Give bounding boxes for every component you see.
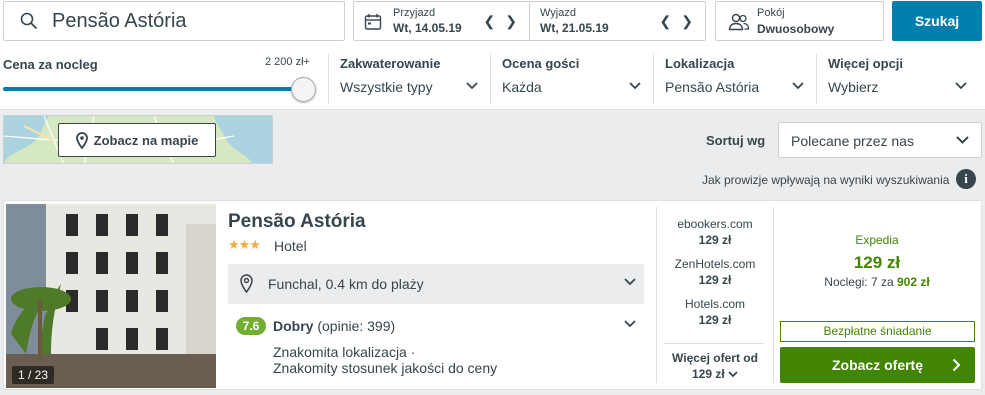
- top-search-bar: Pensão Astória Przyjazd Wt, 14.05.19 ❮ ❯…: [0, 0, 985, 48]
- photo-counter: 1 / 23: [12, 366, 55, 384]
- location-details-toggle[interactable]: Funchal, 0.4 km do plaży: [228, 264, 644, 304]
- more-options-filter-value: Wybierz: [828, 79, 879, 95]
- destination-value: Pensão Astória: [52, 9, 187, 32]
- hotel-type: Hotel: [274, 238, 307, 254]
- rating-reviews: (opinie: 399): [317, 318, 396, 334]
- divider: [656, 207, 657, 383]
- checkout-field[interactable]: Wyjazd Wt, 21.05.19 ❮ ❯: [529, 2, 705, 40]
- highlight-item: Znakomita lokalizacja ·: [273, 344, 416, 360]
- free-breakfast-badge: Bezpłatne śniadanie: [780, 321, 975, 342]
- info-icon[interactable]: i: [956, 169, 976, 189]
- price-slider-handle[interactable]: [291, 77, 316, 102]
- partner-price: 129 zł: [698, 313, 732, 327]
- partner-price: 129 zł: [698, 273, 732, 287]
- hotel-result-card: 1 / 23 Pensão Astória ★★★ Hotel Funchal,…: [3, 200, 982, 390]
- partner-site: ebookers.com: [677, 217, 753, 231]
- chevron-down-icon: [629, 82, 641, 90]
- chevron-down-icon: [956, 136, 969, 144]
- price-filter-max: 2 200 zł+: [265, 56, 310, 68]
- guest-rating-filter-label: Ocena gości: [502, 56, 580, 71]
- chevron-down-icon: [792, 82, 804, 90]
- checkin-label: Przyjazd: [393, 7, 436, 19]
- map-pin-icon: [240, 274, 253, 293]
- commission-info-link[interactable]: Jak prowizje wpływają na wyniki wyszukiw…: [702, 173, 949, 187]
- location-filter-value: Pensão Astória: [665, 79, 760, 95]
- location-filter[interactable]: Lokalizacja Pensão Astória: [653, 48, 816, 110]
- sort-select[interactable]: Polecane przez nas: [778, 122, 982, 158]
- calendar-icon: [364, 14, 382, 30]
- search-icon: [20, 12, 38, 30]
- star-rating-icon: ★★★: [228, 237, 261, 252]
- chevron-down-icon: [728, 371, 738, 378]
- date-picker: Przyjazd Wt, 14.05.19 ❮ ❯ Wyjazd Wt, 21.…: [353, 1, 706, 41]
- chevron-down-icon: [955, 82, 967, 90]
- price-slider-track[interactable]: [3, 87, 305, 91]
- partner-site: Hotels.com: [684, 297, 746, 311]
- view-deal-button[interactable]: Zobacz ofertę: [780, 347, 975, 383]
- hotel-location: Funchal, 0.4 km do plaży: [268, 276, 424, 292]
- nights-total: 902 zł: [897, 275, 930, 289]
- best-deal-nights: Noclegi: 7 za 902 zł: [779, 275, 975, 289]
- chevron-down-icon[interactable]: [624, 320, 636, 328]
- hotel-name-link[interactable]: Pensão Astória: [228, 211, 366, 233]
- best-deal-site: Expedia: [855, 233, 899, 247]
- show-on-map-label: Zobacz na mapie: [93, 132, 199, 148]
- sort-label: Sortuj wg: [706, 133, 766, 148]
- accommodation-filter[interactable]: Zakwaterowanie Wszystkie typy: [328, 48, 490, 110]
- checkin-next-arrow-icon[interactable]: ❯: [505, 13, 517, 30]
- chevron-right-icon: [952, 358, 961, 372]
- accommodation-filter-value: Wszystkie typy: [340, 79, 433, 95]
- partner-offer[interactable]: ebookers.com 129 zł: [660, 217, 770, 247]
- checkout-label: Wyjazd: [540, 7, 576, 19]
- checkout-value: Wt, 21.05.19: [540, 21, 609, 35]
- view-deal-label: Zobacz ofertę: [831, 357, 923, 373]
- rating-summary[interactable]: Dobry (opinie: 399): [273, 318, 395, 334]
- rating-score-badge: 7.6: [236, 317, 266, 335]
- price-filter-label: Cena za nocleg: [3, 57, 98, 72]
- more-offers-price: 129 zł: [691, 367, 725, 381]
- divider: [664, 343, 764, 344]
- nights-prefix: Noclegi: 7 za: [824, 275, 894, 289]
- filter-bar: Cena za nocleg 2 200 zł+ Zakwaterowanie …: [0, 48, 985, 110]
- checkin-prev-arrow-icon[interactable]: ❮: [484, 13, 496, 30]
- highlight-item: Znakomity stosunek jakości do ceny: [273, 360, 498, 376]
- more-offers-label: Więcej ofert od: [672, 351, 758, 365]
- guests-icon: [728, 13, 750, 31]
- accommodation-filter-label: Zakwaterowanie: [340, 56, 441, 71]
- more-offers-button[interactable]: Więcej ofert od 129 zł: [660, 351, 770, 381]
- show-on-map-button[interactable]: Zobacz na mapie: [58, 123, 216, 157]
- location-filter-label: Lokalizacja: [665, 56, 735, 71]
- checkin-value: Wt, 14.05.19: [393, 21, 462, 35]
- guest-rating-filter-value: Każda: [502, 79, 542, 95]
- room-guests-selector[interactable]: Pokój Dwuosobowy: [715, 1, 884, 41]
- partner-offer[interactable]: ZenHotels.com 129 zł: [660, 257, 770, 287]
- search-button[interactable]: Szukaj: [892, 1, 982, 41]
- sort-value: Polecane przez nas: [791, 133, 914, 149]
- divider: [773, 207, 774, 383]
- guest-rating-filter[interactable]: Ocena gości Każda: [490, 48, 653, 110]
- chevron-down-icon: [624, 278, 636, 286]
- checkout-prev-arrow-icon[interactable]: ❮: [660, 13, 672, 30]
- more-options-filter[interactable]: Więcej opcji Wybierz: [816, 48, 979, 110]
- more-options-filter-label: Więcej opcji: [828, 56, 904, 71]
- checkout-next-arrow-icon[interactable]: ❯: [681, 13, 693, 30]
- best-deal-price: 129 zł: [853, 253, 901, 272]
- chevron-down-icon: [466, 82, 478, 90]
- rating-word: Dobry: [273, 318, 314, 334]
- room-label: Pokój: [757, 7, 785, 19]
- destination-search-input[interactable]: Pensão Astória: [3, 1, 345, 41]
- room-value: Dwuosobowy: [757, 22, 835, 36]
- map-pin-icon: [75, 131, 88, 149]
- partner-offer[interactable]: Hotels.com 129 zł: [660, 297, 770, 327]
- hotel-photo-image: [6, 204, 216, 388]
- checkin-field[interactable]: Przyjazd Wt, 14.05.19 ❮ ❯: [354, 2, 529, 40]
- hotel-photo[interactable]: 1 / 23: [6, 204, 216, 388]
- partner-price: 129 zł: [698, 233, 732, 247]
- partner-site: ZenHotels.com: [674, 257, 756, 271]
